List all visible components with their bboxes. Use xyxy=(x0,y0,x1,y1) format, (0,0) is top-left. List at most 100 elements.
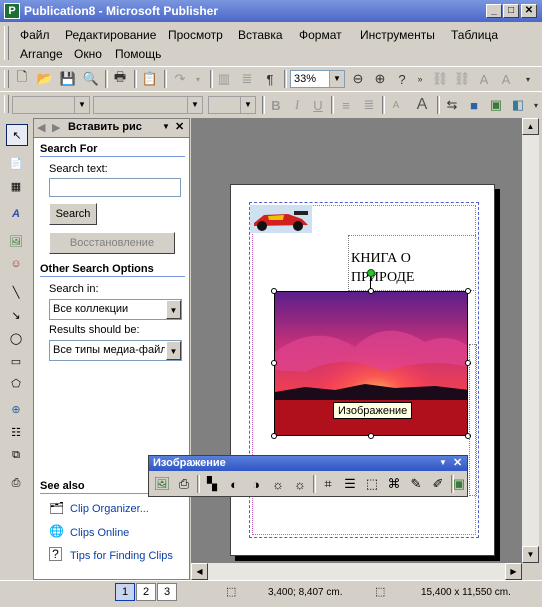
html-fragment-icon[interactable]: ⧉ xyxy=(6,445,26,465)
format-picture-icon[interactable]: ✎ xyxy=(406,474,426,494)
clip-organizer-icon[interactable]: 🗂 xyxy=(49,501,64,515)
set-transparent-color-icon[interactable]: ✐ xyxy=(428,474,448,494)
help-icon[interactable]: ? xyxy=(392,69,412,89)
publisher-app-icon[interactable]: P xyxy=(4,3,20,19)
resize-handle[interactable] xyxy=(368,288,374,294)
close-button[interactable]: ✕ xyxy=(521,4,537,18)
title-text[interactable]: КНИГА О ПРИРОДЕ xyxy=(351,249,414,287)
font-size-select[interactable]: ▼ xyxy=(208,96,256,114)
maximize-button[interactable]: □ xyxy=(503,4,519,18)
chevron-down-icon[interactable]: ▼ xyxy=(166,300,181,319)
text-frame-right[interactable] xyxy=(469,344,477,496)
toolbar-more-icon[interactable]: ▾ xyxy=(526,95,542,115)
bold-icon[interactable]: B xyxy=(266,95,286,115)
pilcrow-icon[interactable]: ¶ xyxy=(260,69,280,89)
clip-organizer-link[interactable]: Clip Organizer... xyxy=(70,503,149,515)
form-control-icon[interactable]: ☷ xyxy=(6,422,26,442)
toolbar-options-icon[interactable]: » xyxy=(410,69,430,89)
chevron-down-icon[interactable]: ▼ xyxy=(166,341,181,360)
chevron-down-icon[interactable]: ▼ xyxy=(74,97,89,113)
media-type-select[interactable]: Все типы медиа-файл ▼ xyxy=(49,340,182,361)
menu-table[interactable]: Таблица xyxy=(451,28,498,42)
3d-style-icon[interactable]: ◧ xyxy=(508,95,528,115)
hotspot-icon[interactable]: ⊕ xyxy=(6,399,26,419)
align-left-icon[interactable]: ≡ xyxy=(336,95,356,115)
compress-pictures-icon[interactable]: ⬚ xyxy=(362,474,382,494)
scroll-up-icon[interactable]: ▲ xyxy=(522,118,539,135)
back-icon[interactable]: ◀ xyxy=(37,121,45,134)
resize-handle[interactable] xyxy=(271,288,277,294)
globe-icon[interactable]: 🌐 xyxy=(49,524,64,538)
crop-icon[interactable]: ⌗ xyxy=(318,474,338,494)
chevron-down-icon[interactable]: ▼ xyxy=(162,122,170,131)
minimize-button[interactable]: _ xyxy=(486,4,502,18)
search-in-select[interactable]: Все коллекции ▼ xyxy=(49,299,182,320)
restore-button[interactable]: Восстановление xyxy=(49,232,175,254)
scroll-left-icon[interactable]: ◀ xyxy=(191,563,208,580)
tips-link[interactable]: Tips for Finding Clips xyxy=(70,550,173,562)
insert-picture-icon[interactable]: 🖼 xyxy=(152,474,172,494)
menu-file[interactable]: Файл xyxy=(20,28,50,42)
chevron-down-icon[interactable]: ▼ xyxy=(240,97,255,113)
menu-view[interactable]: Просмотр xyxy=(168,28,223,42)
close-icon[interactable]: ✕ xyxy=(453,456,462,469)
open-icon[interactable]: 📂 xyxy=(35,69,55,89)
shadow-icon[interactable]: ▣ xyxy=(486,95,506,115)
menu-help[interactable]: Помощь xyxy=(115,47,161,61)
rotate-text-icon[interactable]: A xyxy=(496,69,516,89)
less-contrast-icon[interactable]: ◑ xyxy=(246,474,266,494)
line-icon[interactable]: ╲ xyxy=(6,282,26,302)
arrow-icon[interactable]: ↘ xyxy=(6,305,26,325)
race-car-image[interactable] xyxy=(250,205,312,233)
resize-handle[interactable] xyxy=(271,360,277,366)
menu-format[interactable]: Формат xyxy=(299,28,342,42)
unlink-icon[interactable]: ⛓ xyxy=(452,69,472,89)
less-brightness-icon[interactable]: ☼ xyxy=(290,474,310,494)
design-gallery-icon[interactable]: ⎙ xyxy=(6,473,26,493)
resize-handle[interactable] xyxy=(368,433,374,439)
oval-icon[interactable]: ◯ xyxy=(6,328,26,348)
page-tab-1[interactable]: 1 xyxy=(115,583,135,601)
chevron-down-icon[interactable]: ▼ xyxy=(329,71,344,87)
underline-icon[interactable]: U xyxy=(308,95,328,115)
table-icon[interactable]: ▦ xyxy=(6,176,26,196)
autoshapes-icon[interactable]: ⬠ xyxy=(6,373,26,393)
search-file-icon[interactable]: 🔍 xyxy=(81,69,101,89)
vertical-scrollbar[interactable]: ▲ ▼ xyxy=(522,118,539,563)
scroll-right-icon[interactable]: ▶ xyxy=(505,563,522,580)
search-button[interactable]: Search xyxy=(49,203,97,225)
text-box-icon[interactable]: 📄 xyxy=(6,153,26,173)
clip-art-icon[interactable]: ☺ xyxy=(6,254,26,274)
menu-tools[interactable]: Инструменты xyxy=(360,28,435,42)
toolbar-grip[interactable] xyxy=(4,70,9,88)
chevron-down-icon[interactable]: ▼ xyxy=(439,458,447,467)
resize-handle[interactable] xyxy=(271,433,277,439)
font-select[interactable]: ▼ xyxy=(93,96,203,114)
chevron-down-icon[interactable]: ▼ xyxy=(187,97,202,113)
wordart-icon[interactable]: A xyxy=(6,204,26,224)
picture-frame-icon[interactable]: 🖼 xyxy=(6,231,26,251)
help-icon[interactable]: ? xyxy=(49,547,62,561)
grow-font-icon[interactable]: A xyxy=(412,95,432,115)
shrink-font-icon[interactable]: A xyxy=(386,95,406,115)
scroll-down-icon[interactable]: ▼ xyxy=(522,546,539,563)
zoom-select[interactable]: 33% ▼ xyxy=(290,70,345,88)
italic-icon[interactable]: I xyxy=(287,95,307,115)
link-icon[interactable]: ⛓ xyxy=(430,69,450,89)
rectangle-icon[interactable]: ▭ xyxy=(6,351,26,371)
style-select[interactable]: ▼ xyxy=(12,96,90,114)
zoom-out-icon[interactable]: ⊖ xyxy=(348,69,368,89)
clips-online-link[interactable]: Clips Online xyxy=(70,527,129,539)
menu-grip[interactable] xyxy=(4,26,9,60)
more-brightness-icon[interactable]: ☼ xyxy=(268,474,288,494)
paste-icon[interactable]: 📋 xyxy=(140,69,160,89)
rotate-handle[interactable] xyxy=(367,269,375,277)
picture-toolbar-caption[interactable]: Изображение ▼ ✕ xyxy=(149,456,467,471)
justify-icon[interactable]: ≣ xyxy=(359,95,379,115)
new-icon[interactable]: 🗋 xyxy=(12,69,32,89)
select-pointer-icon[interactable]: ↖ xyxy=(6,124,28,146)
redo-dropdown-icon[interactable]: ▾ xyxy=(188,69,208,89)
print-icon[interactable]: 🖶 xyxy=(110,69,130,89)
line-style-icon[interactable]: ☰ xyxy=(340,474,360,494)
save-icon[interactable]: 💾 xyxy=(58,69,78,89)
